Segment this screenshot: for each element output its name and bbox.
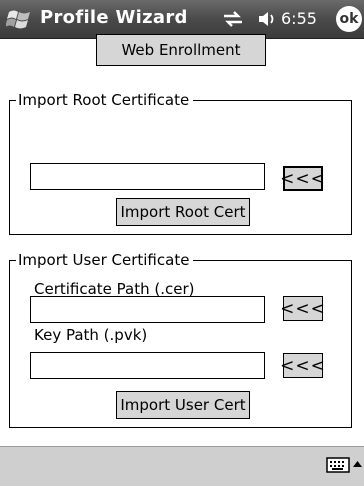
web-enrollment-button[interactable]: Web Enrollment [96, 34, 266, 66]
certificate-path-browse-button[interactable]: <<< [280, 296, 325, 321]
root-certificate-browse-button[interactable]: <<< [280, 166, 325, 191]
key-path-browse-button[interactable]: <<< [280, 353, 325, 378]
import-root-cert-button[interactable]: Import Root Cert [116, 198, 250, 226]
keyboard-icon[interactable] [326, 456, 350, 474]
certificate-path-input[interactable] [30, 296, 265, 323]
import-root-certificate-legend: Import Root Certificate [16, 90, 194, 110]
import-user-cert-button[interactable]: Import User Cert [116, 391, 250, 419]
app-title: Profile Wizard [40, 7, 188, 28]
key-path-label: Key Path (.pvk) [34, 326, 148, 344]
speaker-icon[interactable] [257, 9, 279, 29]
connectivity-icon[interactable] [222, 10, 244, 28]
import-user-certificate-legend: Import User Certificate [16, 250, 194, 270]
windows-start-icon[interactable] [6, 6, 34, 32]
root-certificate-path-input[interactable] [30, 163, 265, 190]
sip-arrow-up-icon[interactable] [353, 459, 362, 469]
menu-bar [0, 446, 364, 486]
key-path-input[interactable] [30, 352, 265, 379]
clock[interactable]: 6:55 [281, 9, 317, 28]
ok-button[interactable]: ok [336, 6, 362, 32]
